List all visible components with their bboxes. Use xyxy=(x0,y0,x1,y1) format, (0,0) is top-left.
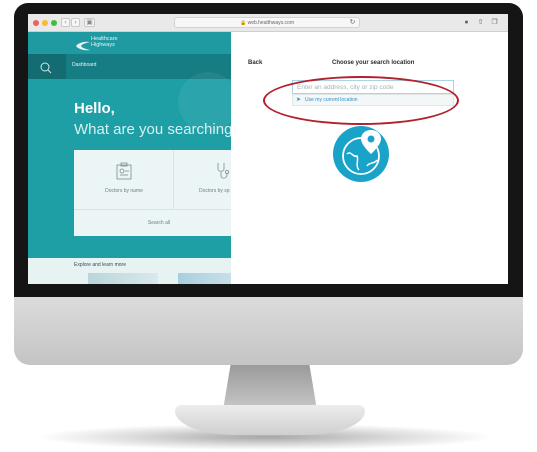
doctors-by-specialty-label: Doctors by sp xyxy=(199,188,230,194)
url-text: web.healthways.com xyxy=(247,20,295,26)
monitor-chin xyxy=(14,297,523,365)
reload-icon[interactable]: ↻ xyxy=(348,18,357,27)
address-bar[interactable]: 🔒 web.healthways.com xyxy=(174,17,360,28)
site-header: Healthcare Highways xyxy=(28,32,231,54)
minimize-window-button[interactable] xyxy=(42,20,48,26)
explore-thumbnail-1[interactable] xyxy=(88,273,158,284)
forward-nav-button[interactable]: › xyxy=(71,18,80,27)
panel-title: Choose your search location xyxy=(332,60,415,66)
lock-icon: 🔒 xyxy=(239,20,247,26)
search-nav-button[interactable] xyxy=(28,54,66,79)
doctors-by-name-label: Doctors by name xyxy=(105,188,143,194)
location-chooser-panel: Back Choose your search location Enter a… xyxy=(231,32,508,284)
search-icon xyxy=(40,61,52,79)
search-options-card: Doctors by name Doctors by sp Search all xyxy=(74,150,231,236)
monitor-foot xyxy=(175,405,365,435)
stethoscope-icon xyxy=(216,162,230,185)
close-window-button[interactable] xyxy=(33,20,39,26)
explore-section: Explore and learn more xyxy=(28,258,231,284)
monitor-screen: ‹ › ▣ 🔒 web.healthways.com ↻ ● ⇧ ❐ Healt… xyxy=(28,14,508,284)
doctors-by-name-option[interactable]: Doctors by name xyxy=(74,150,174,210)
zoom-window-button[interactable] xyxy=(51,20,57,26)
highlight-circle xyxy=(263,76,459,125)
id-card-icon xyxy=(116,162,132,185)
logo-icon xyxy=(76,38,90,51)
explore-thumbnail-2[interactable] xyxy=(178,273,231,284)
browser-toolbar: ‹ › ▣ 🔒 web.healthways.com ↻ ● ⇧ ❐ xyxy=(28,14,508,32)
dashboard-page: Healthcare Highways Dashboard Hello, Wha… xyxy=(28,32,231,284)
doctors-by-specialty-option[interactable]: Doctors by sp xyxy=(175,150,231,210)
info-icon[interactable]: ● xyxy=(462,18,471,27)
sidebar-icon[interactable]: ▣ xyxy=(84,18,95,27)
search-prompt-heading: What are you searching xyxy=(74,121,231,138)
globe-location-icon xyxy=(331,124,391,189)
back-button[interactable]: Back xyxy=(248,60,262,66)
hello-heading: Hello, xyxy=(74,100,115,117)
brand-logo-text: Healthcare Highways xyxy=(91,36,118,48)
back-nav-button[interactable]: ‹ xyxy=(61,18,70,27)
monitor-neck xyxy=(223,365,317,410)
explore-heading: Explore and learn more xyxy=(74,262,126,268)
tabs-icon[interactable]: ❐ xyxy=(490,18,499,27)
dashboard-link[interactable]: Dashboard xyxy=(72,62,96,68)
search-all-button[interactable]: Search all xyxy=(74,211,231,236)
share-icon[interactable]: ⇧ xyxy=(476,18,485,27)
